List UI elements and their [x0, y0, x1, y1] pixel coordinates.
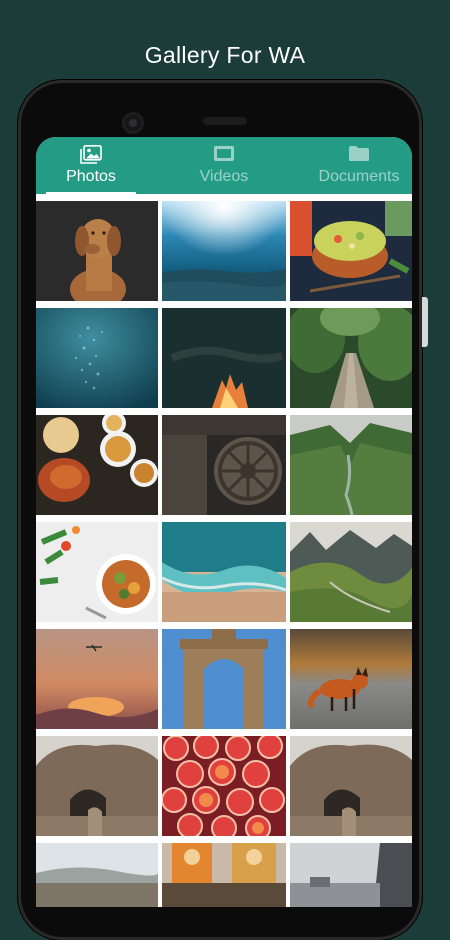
photo-food-bowl[interactable] — [290, 201, 412, 301]
photo-green-valley[interactable] — [290, 415, 412, 515]
photo-beach-aerial[interactable] — [162, 522, 286, 622]
video-icon — [213, 145, 235, 167]
photo-shrine[interactable] — [162, 843, 286, 907]
photo-salad[interactable] — [36, 522, 158, 622]
tab-videos-label: Videos — [199, 168, 249, 185]
front-camera-icon — [122, 112, 144, 134]
tab-documents[interactable]: Documents — [306, 137, 412, 194]
tab-bar: Photos Videos Documents — [36, 137, 412, 194]
photo-grapefruit[interactable] — [162, 736, 286, 836]
photo-campfire[interactable] — [162, 308, 286, 408]
photo-rock-arch-2[interactable] — [290, 736, 412, 836]
promo-title: Gallery For WA — [144, 42, 306, 68]
photo-rock-arch-1[interactable] — [36, 736, 158, 836]
tab-videos[interactable]: Videos — [178, 137, 270, 194]
earpiece-speaker — [203, 117, 247, 125]
phone-side-button — [422, 297, 428, 347]
photo-food-platter[interactable] — [36, 415, 158, 515]
photo-dog[interactable] — [36, 201, 158, 301]
tab-documents-label: Documents — [318, 168, 400, 185]
photo-underwater-sunrays[interactable] — [162, 201, 286, 301]
photo-street[interactable] — [290, 843, 412, 907]
tab-photos-label: Photos — [66, 168, 116, 185]
tab-photos[interactable]: Photos — [46, 137, 136, 194]
photo-stone-wheel[interactable] — [162, 415, 286, 515]
photo-forest-path[interactable] — [290, 308, 412, 408]
app-screen: Photos Videos Documents — [36, 137, 412, 907]
photo-india-gate[interactable] — [162, 629, 286, 729]
photo-bubbles[interactable] — [36, 308, 158, 408]
photo-fox[interactable] — [290, 629, 412, 729]
active-tab-indicator — [46, 192, 136, 194]
document-icon — [348, 145, 370, 167]
photo-coastline[interactable] — [36, 843, 158, 907]
photo-icon — [80, 145, 102, 169]
photo-sunset-plane[interactable] — [36, 629, 158, 729]
photo-mountain-valley[interactable] — [290, 522, 412, 622]
